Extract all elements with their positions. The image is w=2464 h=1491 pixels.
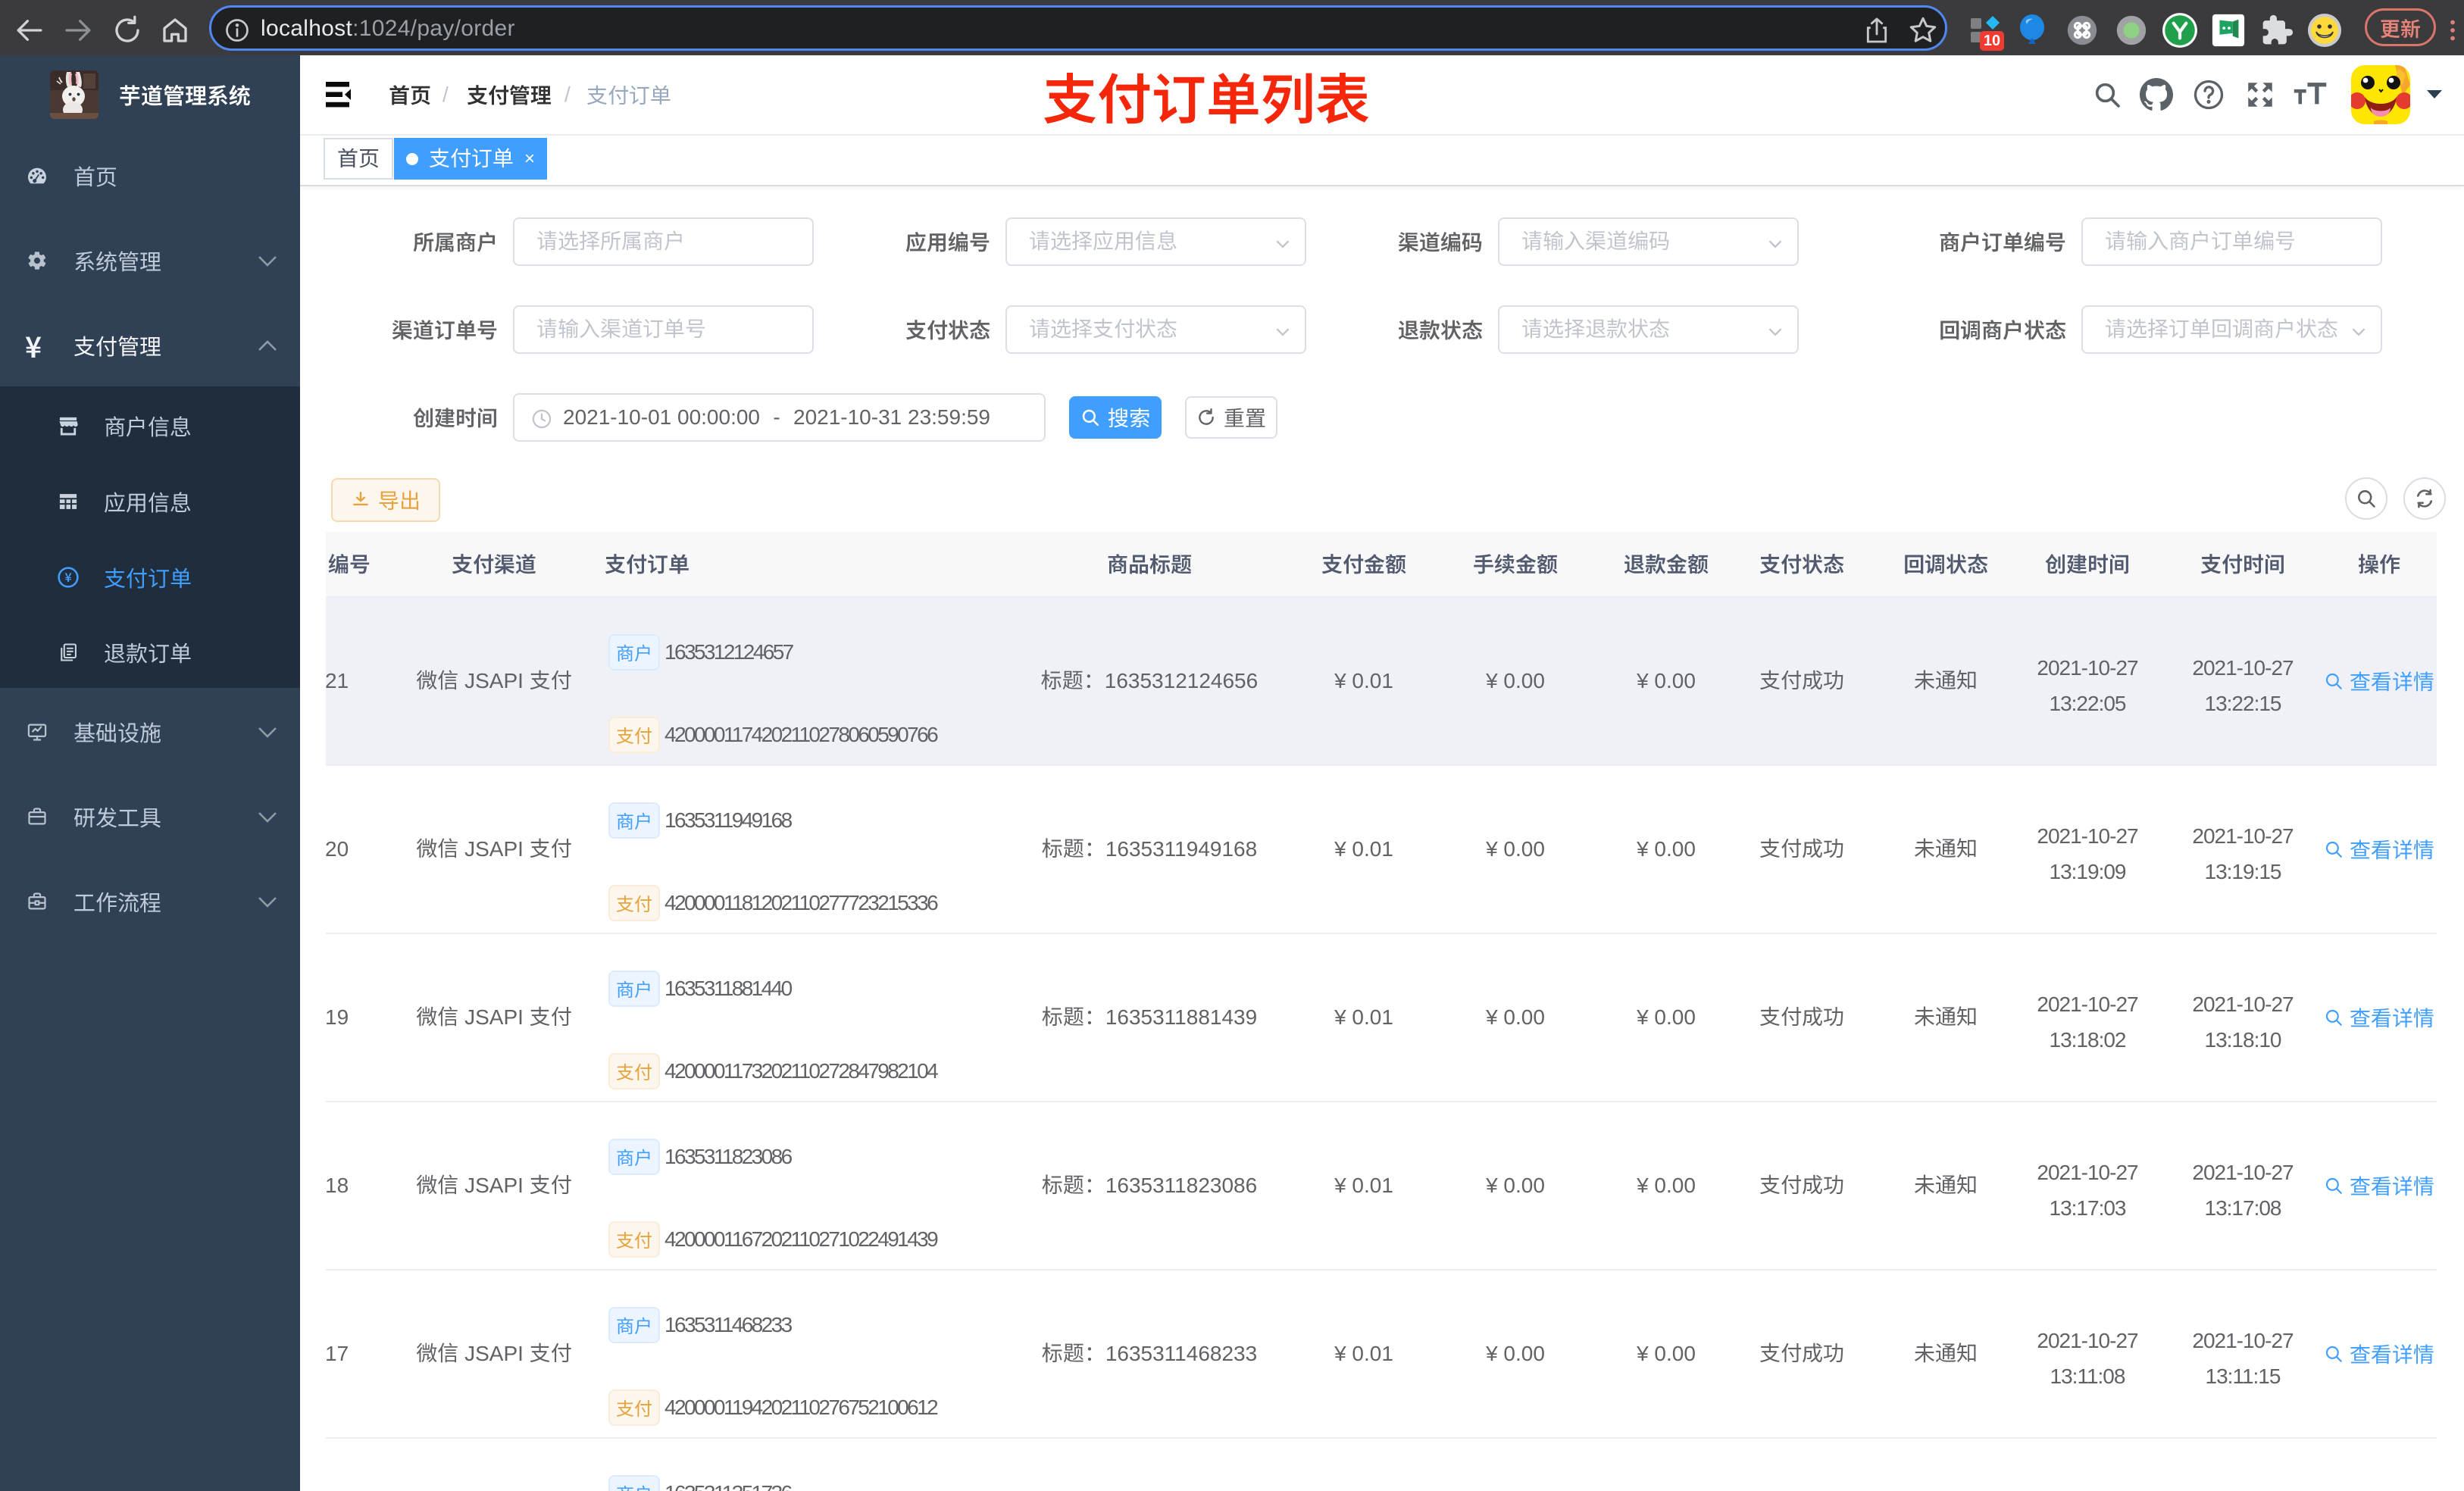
svg-text:¥: ¥: [64, 567, 72, 586]
